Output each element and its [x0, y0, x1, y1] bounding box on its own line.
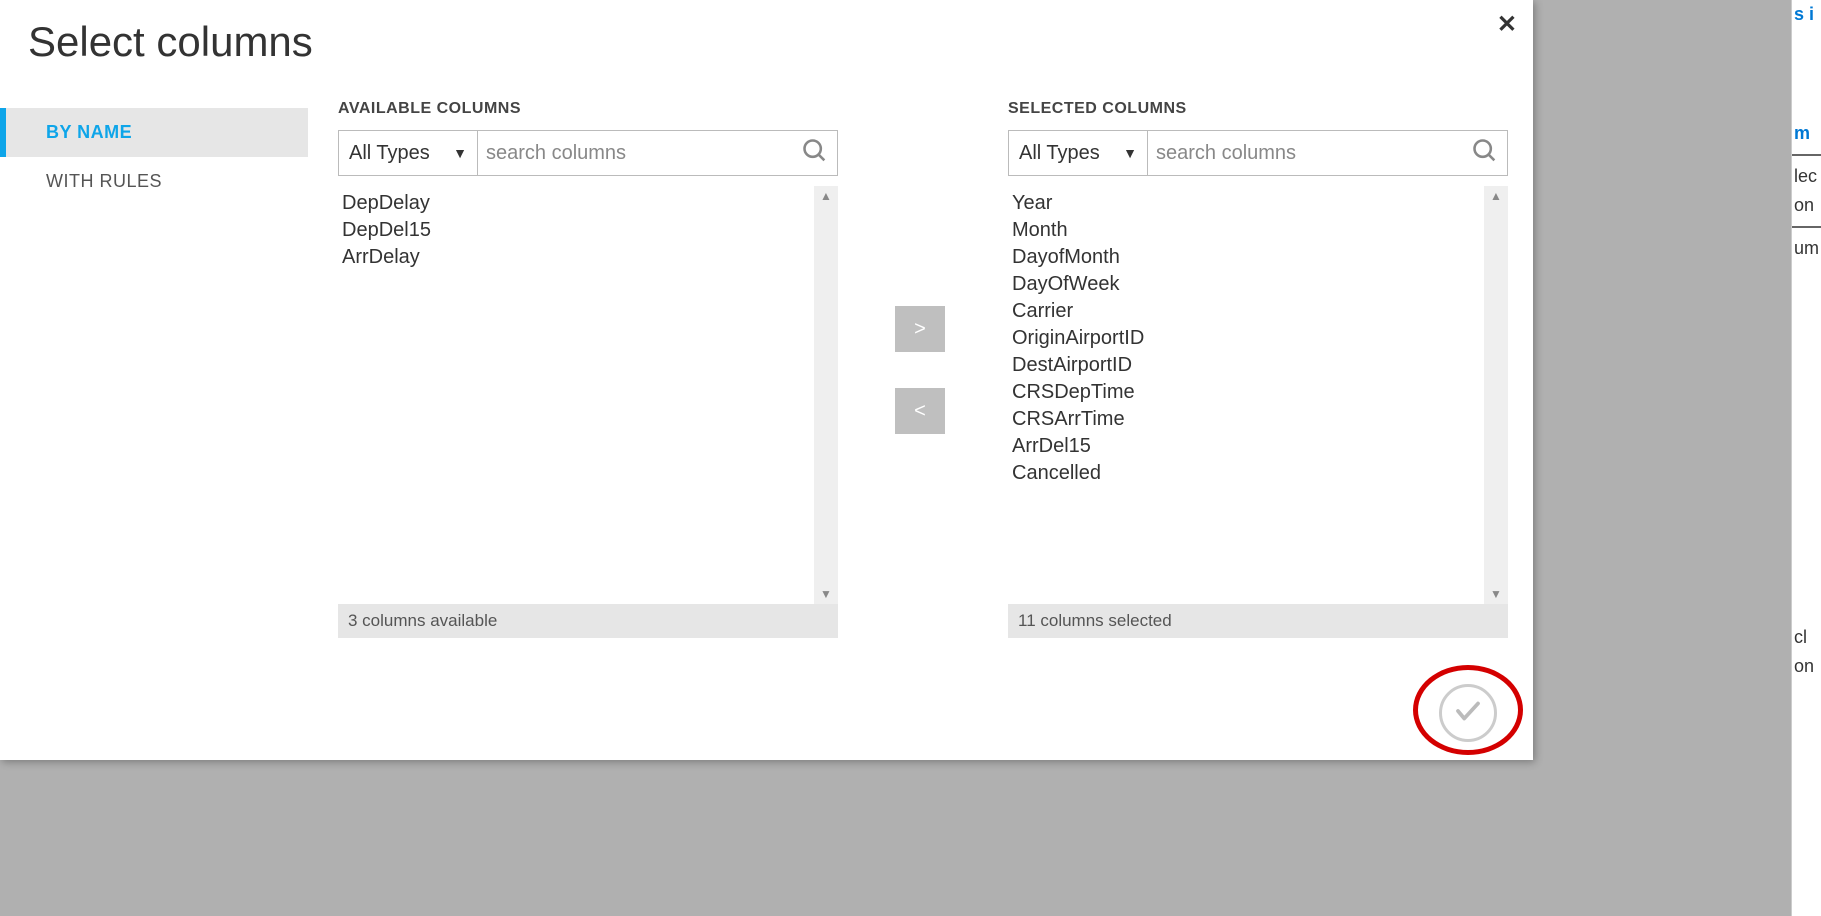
scroll-up-icon[interactable]: ▲ [1484, 186, 1508, 206]
scroll-up-icon[interactable]: ▲ [814, 186, 838, 206]
list-item[interactable]: Year [1010, 190, 1484, 217]
scroll-down-icon[interactable]: ▼ [814, 584, 838, 604]
bg-text: on [1792, 191, 1821, 220]
list-item[interactable]: CRSDepTime [1010, 379, 1484, 406]
selected-heading: SELECTED COLUMNS [1008, 100, 1508, 118]
selected-status: 11 columns selected [1008, 604, 1508, 638]
background-panel: s i m lec on um cl on [1791, 0, 1821, 916]
close-button[interactable]: ✕ [1497, 10, 1517, 39]
bg-text: lec [1792, 162, 1821, 191]
available-type-filter[interactable]: All Types ▼ [338, 130, 478, 176]
move-left-button[interactable]: < [895, 388, 945, 434]
sidebar-item-with-rules[interactable]: WITH RULES [0, 157, 308, 206]
search-icon [801, 137, 829, 170]
selected-columns-panel: SELECTED COLUMNS All Types ▼ YearMonthDa… [1008, 100, 1508, 638]
available-list[interactable]: DepDelayDepDel15ArrDelay [338, 186, 814, 604]
list-item[interactable]: CRSArrTime [1010, 406, 1484, 433]
list-item[interactable]: DepDelay [340, 190, 814, 217]
bg-text: s i [1792, 0, 1821, 29]
select-columns-dialog: ✕ Select columns BY NAMEWITH RULES AVAIL… [0, 0, 1533, 760]
search-icon [1471, 137, 1499, 170]
available-search-input[interactable] [486, 142, 801, 165]
available-heading: AVAILABLE COLUMNS [338, 100, 838, 118]
bg-text: um [1792, 234, 1821, 263]
list-item[interactable]: ArrDelay [340, 244, 814, 271]
list-item[interactable]: DayOfWeek [1010, 271, 1484, 298]
chevron-down-icon: ▼ [1123, 145, 1137, 161]
chevron-down-icon: ▼ [453, 145, 467, 161]
check-icon [1453, 696, 1483, 731]
available-scrollbar[interactable]: ▲ ▼ [814, 186, 838, 604]
sidebar: BY NAMEWITH RULES [0, 108, 308, 206]
type-filter-label: All Types [1019, 142, 1100, 165]
bg-text: m [1792, 119, 1821, 148]
list-item[interactable]: DayofMonth [1010, 244, 1484, 271]
selected-scrollbar[interactable]: ▲ ▼ [1484, 186, 1508, 604]
dialog-title: Select columns [28, 18, 313, 66]
list-item[interactable]: Cancelled [1010, 460, 1484, 487]
type-filter-label: All Types [349, 142, 430, 165]
available-status: 3 columns available [338, 604, 838, 638]
list-item[interactable]: DepDel15 [340, 217, 814, 244]
selected-list[interactable]: YearMonthDayofMonthDayOfWeekCarrierOrigi… [1008, 186, 1484, 604]
available-columns-panel: AVAILABLE COLUMNS All Types ▼ DepDelayDe… [338, 100, 838, 638]
bg-text: on [1792, 652, 1821, 681]
list-item[interactable]: Carrier [1010, 298, 1484, 325]
list-item[interactable]: ArrDel15 [1010, 433, 1484, 460]
scroll-down-icon[interactable]: ▼ [1484, 584, 1508, 604]
selected-search-input[interactable] [1156, 142, 1471, 165]
available-search-wrap [478, 130, 838, 176]
list-item[interactable]: Month [1010, 217, 1484, 244]
move-right-button[interactable]: > [895, 306, 945, 352]
move-buttons: > < [895, 306, 945, 434]
selected-search-wrap [1148, 130, 1508, 176]
bg-text: cl [1792, 623, 1821, 652]
list-item[interactable]: DestAirportID [1010, 352, 1484, 379]
confirm-button[interactable] [1439, 684, 1497, 742]
list-item[interactable]: OriginAirportID [1010, 325, 1484, 352]
selected-type-filter[interactable]: All Types ▼ [1008, 130, 1148, 176]
sidebar-item-by-name[interactable]: BY NAME [0, 108, 308, 157]
